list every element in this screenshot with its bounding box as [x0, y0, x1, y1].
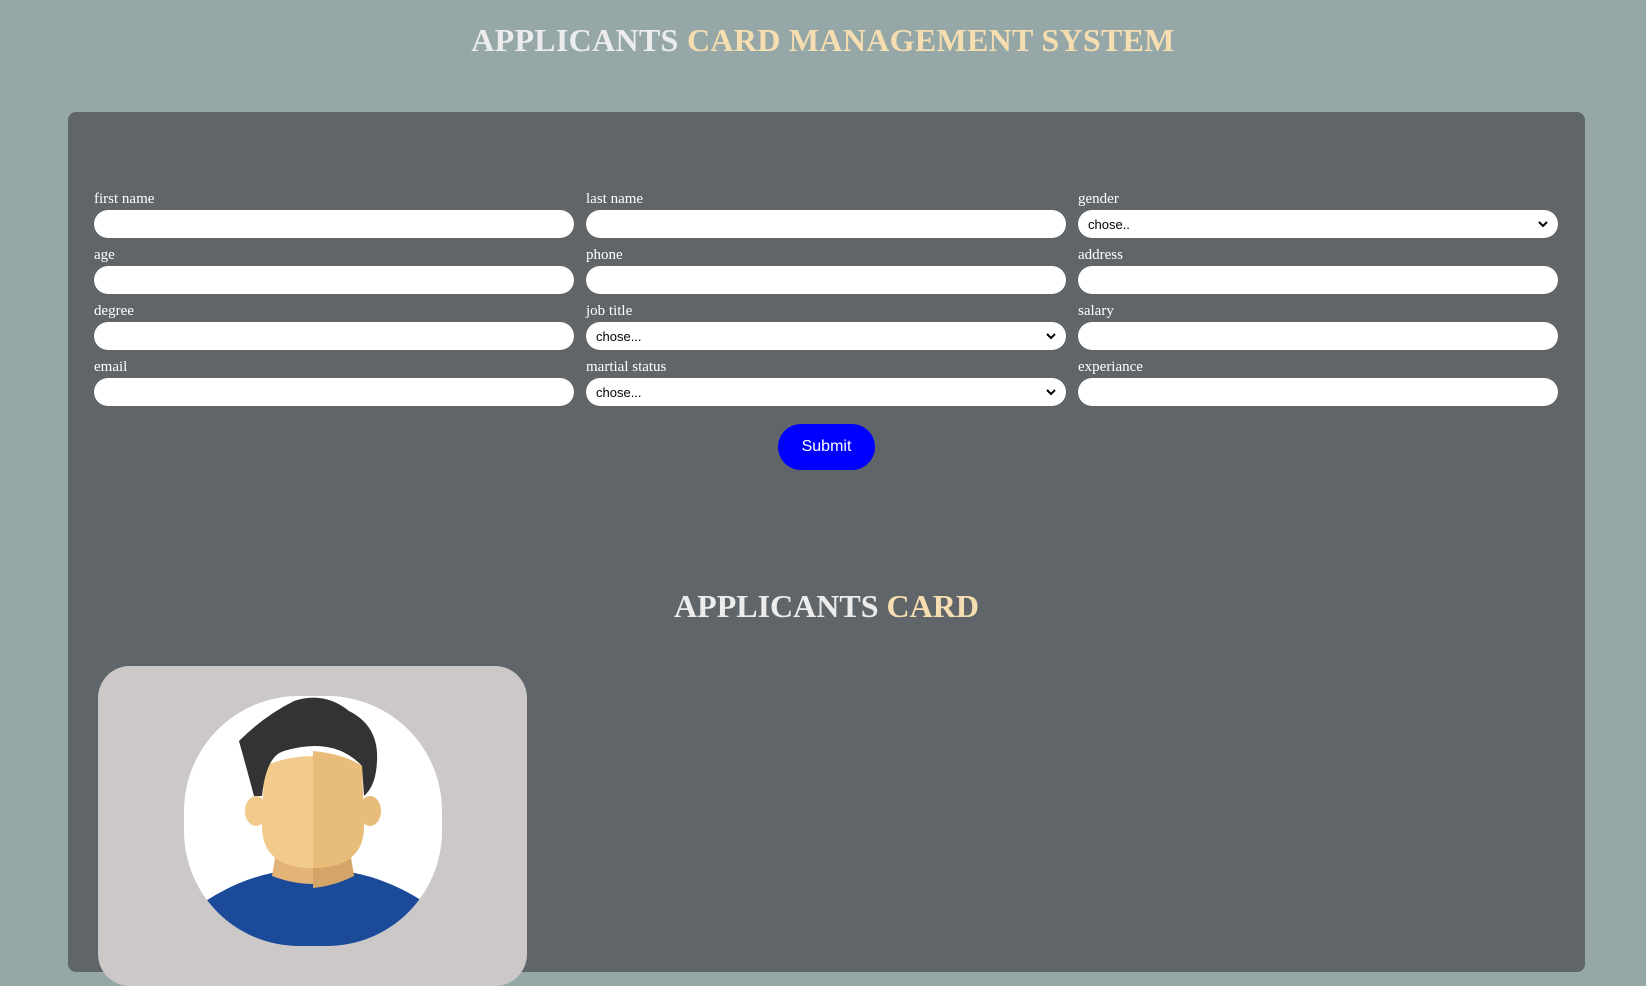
gender-field: gender chose.. [1078, 190, 1558, 246]
job-title-field: job title chose... [586, 302, 1066, 358]
martial-status-select[interactable]: chose... [586, 378, 1066, 406]
degree-input[interactable] [94, 322, 574, 350]
experiance-input[interactable] [1078, 378, 1558, 406]
cards-title-accent: CARD [886, 588, 979, 624]
user-avatar-icon [184, 696, 442, 946]
salary-field: salary [1078, 302, 1558, 358]
last-name-field: last name [586, 190, 1066, 246]
first-name-label: first name [94, 191, 155, 207]
email-label: email [94, 359, 128, 375]
martial-status-field: martial status chose... [586, 358, 1066, 414]
first-name-field: first name [94, 190, 574, 246]
degree-label: degree [94, 303, 134, 319]
gender-label: gender [1078, 191, 1119, 207]
salary-label: salary [1078, 303, 1114, 319]
experiance-label: experiance [1078, 359, 1143, 375]
last-name-label: last name [586, 191, 644, 207]
phone-field: phone [586, 246, 1066, 302]
email-field: email [94, 358, 574, 414]
gender-select[interactable]: chose.. [1078, 210, 1558, 238]
first-name-input[interactable] [94, 210, 574, 238]
chevron-down-icon [1538, 221, 1548, 228]
chevron-down-icon [1046, 333, 1056, 340]
phone-label: phone [586, 247, 623, 263]
salary-input[interactable] [1078, 322, 1558, 350]
job-title-label: job title [586, 303, 633, 319]
job-title-select[interactable]: chose... [586, 322, 1066, 350]
age-field: age [94, 246, 574, 302]
job-title-selected-value: chose... [596, 328, 642, 344]
martial-status-label: martial status [586, 359, 667, 375]
experiance-field: experiance [1078, 358, 1558, 414]
main-panel: first name last name gender chose.. age … [68, 112, 1585, 986]
address-label: address [1078, 247, 1123, 263]
email-input[interactable] [94, 378, 574, 406]
page-title-accent: CARD MANAGEMENT SYSTEM [686, 22, 1175, 58]
age-input[interactable] [94, 266, 574, 294]
page-title-main: APPLICANTS [471, 22, 679, 58]
last-name-input[interactable] [586, 210, 1066, 238]
gender-selected-value: chose.. [1088, 216, 1130, 232]
martial-status-selected-value: chose... [596, 384, 642, 400]
address-field: address [1078, 246, 1558, 302]
address-input[interactable] [1078, 266, 1558, 294]
applicant-card [98, 666, 527, 986]
chevron-down-icon [1046, 389, 1056, 396]
phone-input[interactable] [586, 266, 1066, 294]
age-label: age [94, 247, 115, 263]
submit-button[interactable]: Submit [778, 424, 875, 470]
applicant-form: first name last name gender chose.. age … [94, 190, 1558, 414]
degree-field: degree [94, 302, 574, 358]
page-title: APPLICANTS CARD MANAGEMENT SYSTEM [0, 22, 1646, 59]
cards-section-title: APPLICANTS CARD [68, 588, 1585, 625]
cards-title-main: APPLICANTS [674, 588, 879, 624]
